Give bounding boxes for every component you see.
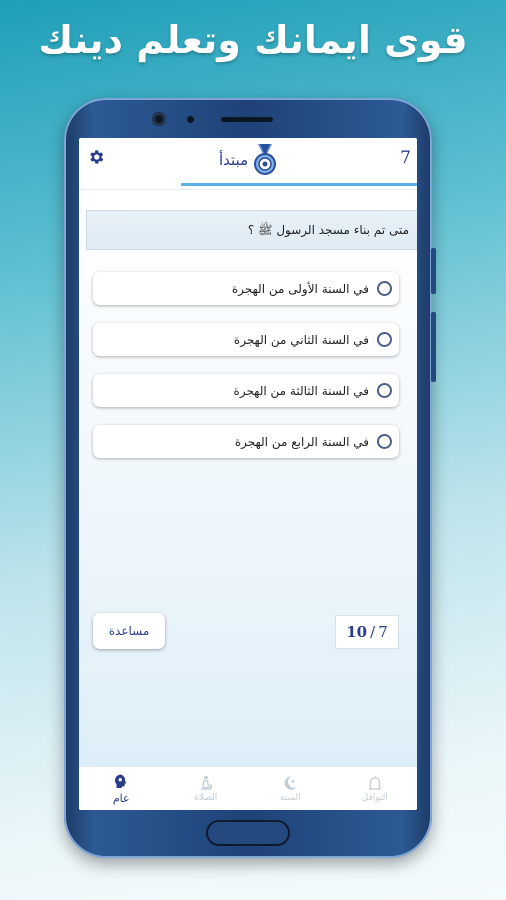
power-button <box>431 312 436 382</box>
app-screen: مبتدأ 7 متى تم بناء مسجد الرسول ﷺ ؟ في ا… <box>79 138 417 810</box>
answer-option-1[interactable]: في السنة الأولى من الهجرة <box>93 272 399 305</box>
answer-option-2[interactable]: في السنة الثاني من الهجرة <box>93 323 399 356</box>
answer-option-3[interactable]: في السنة الثالثة من الهجرة <box>93 374 399 407</box>
home-button[interactable] <box>206 820 290 846</box>
answer-label: في السنة الرابع من الهجرة <box>234 434 369 449</box>
front-camera <box>152 112 166 126</box>
head-icon <box>115 774 127 788</box>
mosque-icon <box>368 776 381 790</box>
volume-button <box>431 248 436 294</box>
promo-headline: قوى ايمانك وتعلم دينك <box>38 18 468 62</box>
bottom-navigation: عام الصلاة السنة النوافل <box>79 766 417 810</box>
nav-item-sunnah[interactable]: السنة <box>248 767 333 810</box>
proximity-sensor <box>187 116 194 123</box>
nav-item-nawafil[interactable]: النوافل <box>333 767 418 810</box>
answer-label: في السنة الثالثة من الهجرة <box>233 383 369 398</box>
answer-label: في السنة الأولى من الهجرة <box>231 281 369 296</box>
nav-item-general[interactable]: عام <box>79 767 164 810</box>
level-number: 7 <box>400 148 411 168</box>
counter-current: 7 <box>378 623 388 641</box>
gear-icon[interactable] <box>87 148 105 166</box>
radio-button[interactable] <box>377 383 392 398</box>
nav-label: السنة <box>279 793 301 803</box>
level-indicator: مبتدأ <box>219 144 278 176</box>
prayer-icon <box>200 775 212 790</box>
help-button[interactable]: مساعدة <box>93 613 165 649</box>
earpiece-speaker <box>221 117 273 122</box>
nav-label: الصلاة <box>194 793 218 803</box>
nav-label: عام <box>112 791 130 805</box>
counter-total: 10 <box>346 623 368 641</box>
counter-separator: / <box>370 623 376 641</box>
quiz-content: متى تم بناء مسجد الرسول ﷺ ؟ في السنة الأ… <box>79 190 417 766</box>
phone-frame: مبتدأ 7 متى تم بناء مسجد الرسول ﷺ ؟ في ا… <box>64 98 436 858</box>
question-text: متى تم بناء مسجد الرسول ﷺ ؟ <box>86 210 417 250</box>
nav-label: النوافل <box>361 793 388 803</box>
question-counter: 10 / 7 <box>335 615 399 649</box>
radio-button[interactable] <box>377 281 392 296</box>
answer-option-4[interactable]: في السنة الرابع من الهجرة <box>93 425 399 458</box>
app-bar: مبتدأ 7 <box>79 138 417 190</box>
tab-indicator <box>181 183 417 186</box>
crescent-icon <box>284 776 297 790</box>
level-label: مبتدأ <box>219 151 249 169</box>
radio-button[interactable] <box>377 332 392 347</box>
answer-label: في السنة الثاني من الهجرة <box>233 332 369 347</box>
nav-item-prayer[interactable]: الصلاة <box>164 767 249 810</box>
radio-button[interactable] <box>377 434 392 449</box>
medal-icon <box>254 144 277 175</box>
